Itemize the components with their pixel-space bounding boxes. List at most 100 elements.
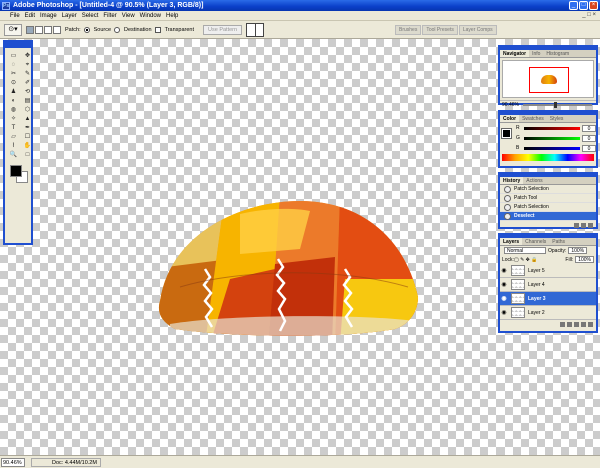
history-item[interactable]: Patch Selection: [500, 203, 596, 212]
add-selection-icon[interactable]: [35, 25, 43, 34]
new-document-icon[interactable]: [581, 222, 586, 228]
fill-field[interactable]: 100%: [575, 256, 594, 263]
history-brush-tool-icon[interactable]: ⟲: [22, 88, 33, 96]
hand-tool-icon[interactable]: ✋: [22, 142, 33, 150]
channel-value-field[interactable]: 0: [582, 144, 596, 152]
close-button[interactable]: ×: [589, 1, 598, 10]
subtract-selection-icon[interactable]: [44, 25, 52, 34]
lock-icons[interactable]: ▢ ✎ ✥ 🔒: [514, 257, 565, 263]
opacity-field[interactable]: 100%: [568, 247, 588, 254]
eraser-tool-icon[interactable]: ◐: [8, 97, 19, 105]
document-canvas[interactable]: [0, 39, 497, 455]
well-tool-presets[interactable]: Tool Presets: [422, 25, 458, 35]
magic-wand-tool-icon[interactable]: ⌖: [22, 61, 33, 69]
foreground-color-swatch[interactable]: [10, 165, 22, 177]
channel-slider[interactable]: [524, 136, 580, 140]
history-item[interactable]: Deselect: [500, 212, 596, 221]
menu-select[interactable]: Select: [82, 13, 99, 19]
well-layer-comps[interactable]: Layer Comps: [458, 25, 497, 35]
layer-row[interactable]: ◉ Layer 2: [500, 306, 596, 320]
delete-layer-icon[interactable]: [588, 321, 593, 327]
path-selection-tool-icon[interactable]: ✧: [8, 115, 19, 123]
tab-paths[interactable]: Paths: [549, 238, 568, 245]
tab-styles[interactable]: Styles: [547, 115, 567, 122]
trash-icon[interactable]: [588, 222, 593, 228]
well-brushes[interactable]: Brushes: [395, 25, 422, 35]
tab-layers[interactable]: Layers: [500, 238, 523, 245]
navigator-preview[interactable]: [502, 60, 594, 98]
channel-value-field[interactable]: 0: [582, 134, 596, 142]
brush-tool-icon[interactable]: ✐: [22, 79, 33, 87]
dodge-tool-icon[interactable]: ⬡: [22, 106, 33, 114]
tab-color[interactable]: Color: [500, 115, 520, 122]
tab-swatches[interactable]: Swatches: [519, 115, 547, 122]
tab-history[interactable]: History: [500, 177, 524, 184]
channel-slider[interactable]: [524, 126, 580, 130]
crop-tool-icon[interactable]: ✂: [8, 70, 19, 78]
color-spectrum-bar[interactable]: [502, 154, 594, 161]
menu-file[interactable]: File: [10, 13, 20, 19]
channel-slider[interactable]: [524, 146, 580, 150]
eyedropper-tool-icon[interactable]: ⌇: [8, 142, 19, 150]
tab-navigator[interactable]: Navigator: [500, 50, 530, 57]
tab-info[interactable]: Info: [529, 50, 543, 57]
history-item[interactable]: Patch Selection: [500, 185, 596, 194]
channel-value-field[interactable]: 0: [582, 124, 596, 132]
navigator-zoom-slider[interactable]: [522, 102, 592, 108]
visibility-eye-icon[interactable]: ◉: [500, 281, 508, 288]
marquee-tool-icon[interactable]: ▭: [8, 52, 19, 60]
visibility-eye-icon[interactable]: ◉: [500, 309, 508, 316]
blend-mode-select[interactable]: Normal: [504, 247, 546, 254]
tool-preset-picker[interactable]: ⊙▾: [4, 23, 22, 36]
status-zoom-field[interactable]: 90.46%: [1, 457, 25, 467]
tab-histogram[interactable]: Histogram: [543, 50, 572, 57]
history-item[interactable]: Patch Tool: [500, 194, 596, 203]
type-tool-icon[interactable]: T: [8, 124, 19, 132]
layer-row[interactable]: ◉ Layer 5: [500, 264, 596, 278]
snapshot-icon[interactable]: [574, 222, 579, 228]
zoom-tool-icon[interactable]: 🔍: [8, 151, 19, 159]
clone-stamp-tool-icon[interactable]: ♟: [8, 88, 19, 96]
color-panel-foreground-swatch[interactable]: [501, 128, 512, 139]
new-layer-icon[interactable]: [581, 321, 586, 327]
menu-image[interactable]: Image: [40, 13, 57, 19]
tab-actions[interactable]: Actions: [523, 177, 545, 184]
direct-selection-tool-icon[interactable]: ▲: [22, 115, 33, 123]
quick-mask-icon[interactable]: □: [22, 151, 33, 159]
minimize-button[interactable]: _: [569, 1, 578, 10]
link-layers-icon[interactable]: [560, 321, 565, 327]
intersect-selection-icon[interactable]: [53, 25, 61, 34]
shape-tool-icon[interactable]: ▱: [8, 133, 19, 141]
layer-row[interactable]: ◉ Layer 4: [500, 278, 596, 292]
tab-channels[interactable]: Channels: [522, 238, 549, 245]
menu-edit[interactable]: Edit: [25, 13, 35, 19]
navigator-zoom-value[interactable]: 90.46%: [502, 102, 519, 108]
transparent-checkbox[interactable]: [154, 26, 161, 33]
layer-style-icon[interactable]: [567, 321, 572, 327]
visibility-eye-icon[interactable]: ◉: [500, 267, 508, 274]
menu-window[interactable]: Window: [140, 13, 161, 19]
notes-tool-icon[interactable]: ☐: [22, 133, 33, 141]
pen-tool-icon[interactable]: ✒: [22, 124, 33, 132]
lasso-tool-icon[interactable]: ◌: [8, 61, 19, 69]
document-window-controls[interactable]: _ □ ×: [582, 12, 596, 18]
maximize-button[interactable]: □: [579, 1, 588, 10]
menu-layer[interactable]: Layer: [62, 13, 77, 19]
use-pattern-button[interactable]: Use Pattern: [203, 24, 243, 35]
move-tool-icon[interactable]: ✥: [22, 52, 33, 60]
layer-row[interactable]: ◉ Layer 3: [500, 292, 596, 306]
source-radio[interactable]: [83, 26, 90, 33]
menu-filter[interactable]: Filter: [103, 13, 116, 19]
blur-tool-icon[interactable]: ◍: [8, 106, 19, 114]
healing-brush-tool-icon[interactable]: ⊙: [8, 79, 19, 87]
destination-radio[interactable]: [114, 26, 121, 33]
document-size-info[interactable]: Doc: 4.44M/10.2M: [31, 457, 101, 467]
slice-tool-icon[interactable]: ✎: [22, 70, 33, 78]
menu-help[interactable]: Help: [166, 13, 178, 19]
visibility-eye-icon[interactable]: ◉: [500, 295, 508, 302]
pattern-picker[interactable]: [246, 22, 265, 37]
layer-mask-icon[interactable]: [574, 321, 579, 327]
gradient-tool-icon[interactable]: ▤: [22, 97, 33, 105]
new-selection-icon[interactable]: [26, 25, 34, 34]
menu-view[interactable]: View: [122, 13, 135, 19]
